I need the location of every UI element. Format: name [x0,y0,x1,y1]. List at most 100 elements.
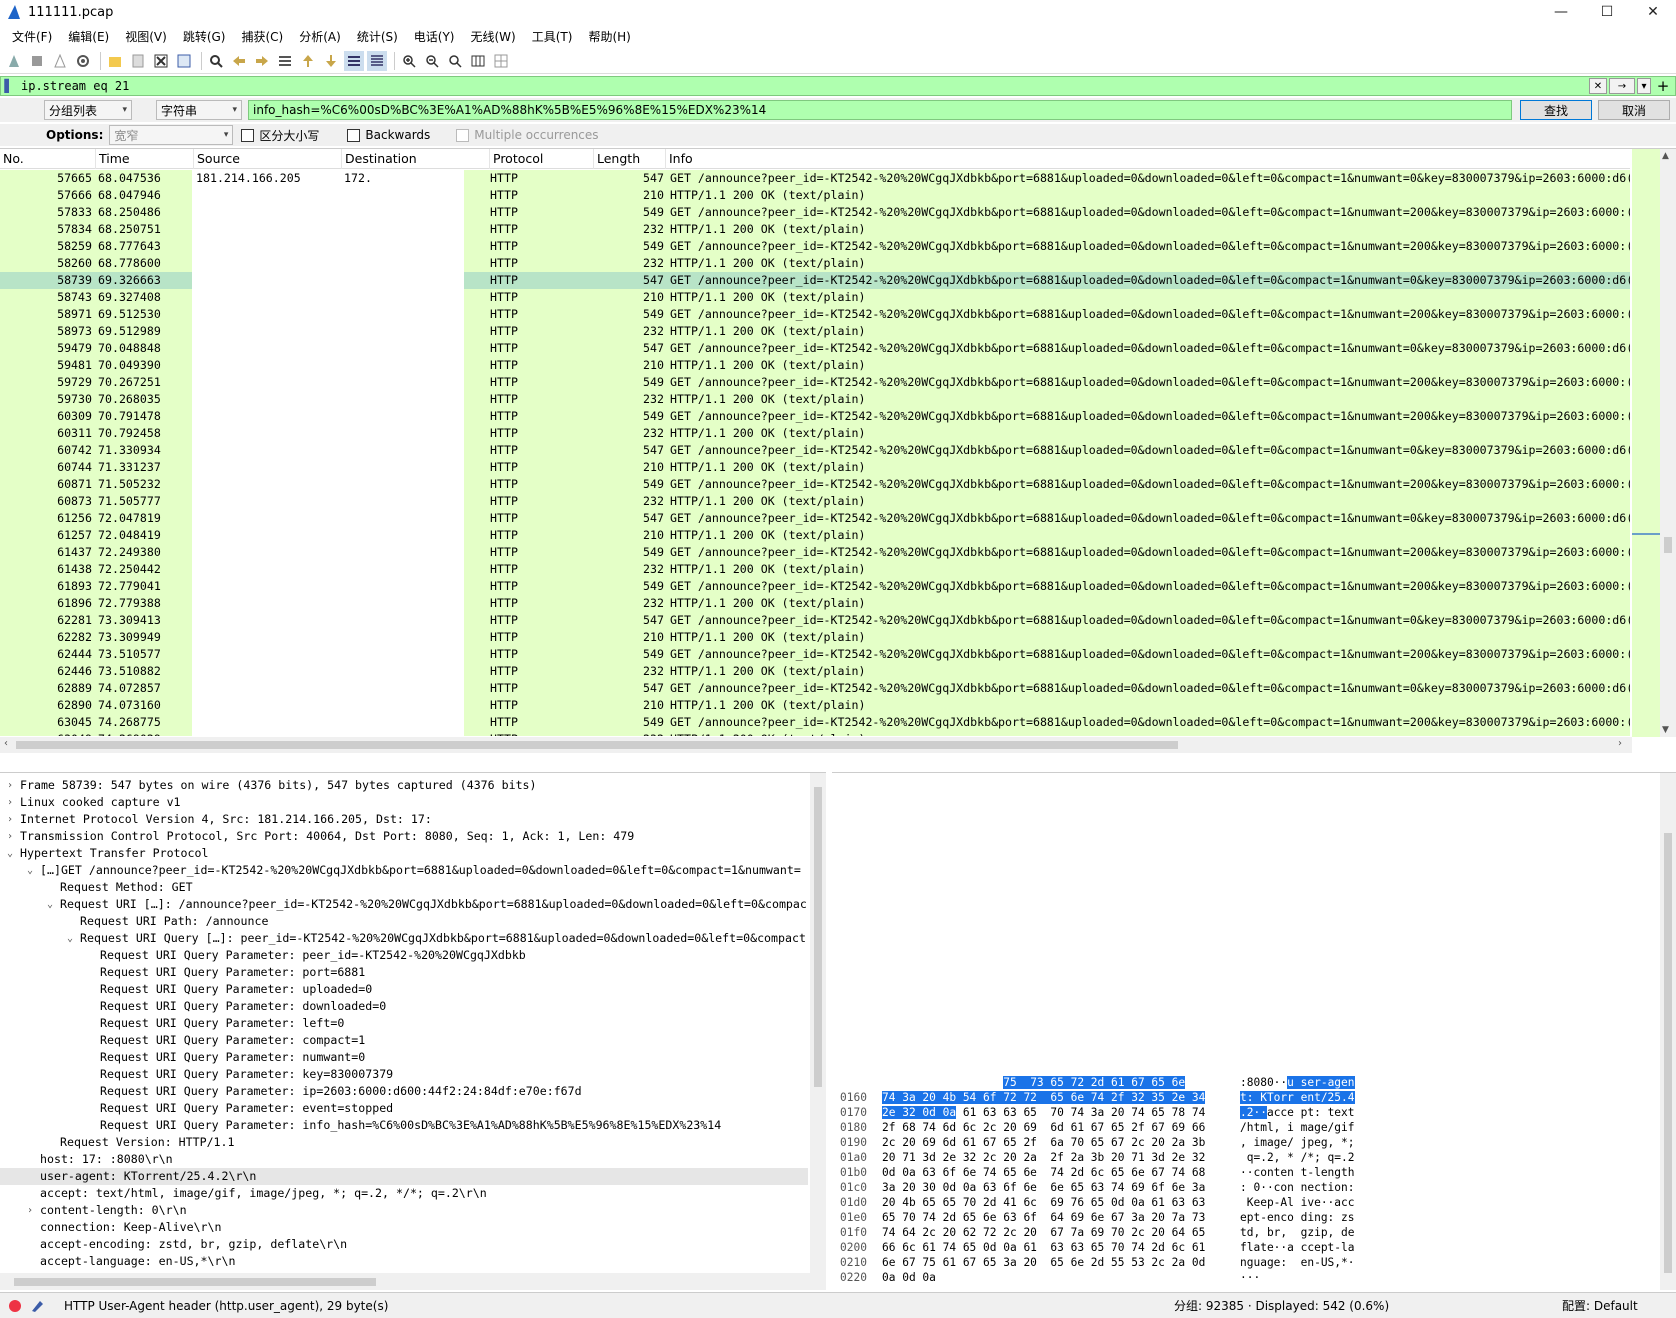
cancel-button[interactable]: 取消 [1598,100,1670,120]
collapse-arrow-icon[interactable]: ⌄ [24,862,36,879]
packet-row[interactable]: 60311 70.792458 HTTP 232 HTTP/1.1 200 OK (te… [0,425,1630,442]
packet-list-scroll-thumb[interactable] [1664,537,1672,553]
packet-row[interactable]: 61438 72.250442 HTTP 232 HTTP/1.1 200 OK (te… [0,561,1630,578]
zoom-out-icon[interactable] [422,51,442,71]
packet-row[interactable]: 60744 71.331237 HTTP 210 HTTP/1.1 200 OK (te… [0,459,1630,476]
profile-status[interactable]: 配置: Default [1562,1297,1638,1314]
column-time[interactable]: Time [96,149,194,169]
bytes-row[interactable]: 0200 66 6c 61 74 65 0d 0a 61 63 63 65 70 … [832,1240,1652,1255]
menu-tools[interactable]: 工具(T) [524,26,581,48]
packet-row[interactable]: 60309 70.791478 HTTP 549 GET /announce?peer_… [0,408,1630,425]
bytes-vscroll-thumb[interactable] [1664,833,1672,1273]
details-tree-item[interactable]: Request URI Query Parameter: downloaded=… [0,998,808,1015]
bytes-row[interactable]: 01e0 65 70 74 2d 65 6e 63 6f 64 69 6e 67 … [832,1210,1652,1225]
packet-row[interactable]: 63049 74.269029 HTTP232 HTTP/1.1 200 OK (te… [0,731,1630,736]
restart-capture-icon[interactable] [50,51,70,71]
packet-row[interactable]: 57666 68.047946 HTTP 210 HTTP/1.1 200 OK (te… [0,187,1630,204]
expand-arrow-icon[interactable]: › [4,828,16,845]
details-tree-item[interactable]: Request URI Query Parameter: compact=1 [0,1032,808,1049]
clear-filter-icon[interactable]: ✕ [1589,78,1607,94]
column-no[interactable]: No. [0,149,96,169]
details-tree-item[interactable]: ⌄ Request URI Query […]: peer_id=-KT2542-… [0,930,808,947]
packet-list-hscroll[interactable]: ‹ › [0,737,1632,753]
packet-row[interactable]: 58973 69.512989 HTTP 232 HTTP/1.1 200 OK (te… [0,323,1630,340]
packet-row[interactable]: 62890 74.073160 HTTP 210 HTTP/1.1 200 OK (te… [0,697,1630,714]
packet-row[interactable]: 61893 72.779041 HTTP 549 GET /announce?peer_… [0,578,1630,595]
go-forward-icon[interactable] [252,51,272,71]
filter-history-icon[interactable]: ▾ [1637,78,1651,94]
details-tree-item[interactable]: ⌄ Request URI […]: /announce?peer_id=-KT2… [0,896,808,913]
maximize-button[interactable]: ☐ [1584,0,1630,24]
bytes-row[interactable]: 01d0 20 4b 65 65 70 2d 41 6c 69 76 65 0d … [832,1195,1652,1210]
details-tree-item[interactable]: Request URI Query Parameter: uploaded=0 [0,981,808,998]
expert-info-icon[interactable] [8,1299,22,1313]
packet-row[interactable]: 59729 70.267251 HTTP 549 GET /announce?peer_… [0,374,1630,391]
menu-help[interactable]: 帮助(H) [580,26,638,48]
details-tree-item[interactable]: Request URI Query Parameter: key=8300073… [0,1066,808,1083]
scroll-right-icon[interactable]: › [1618,738,1622,749]
packet-row[interactable]: 60742 71.330934 HTTP 547 GET /announce?peer_… [0,442,1630,459]
details-tree-item[interactable]: ⌄ […]GET /announce?peer_id=-KT2542-%20%20… [0,862,808,879]
details-tree-item[interactable]: › Frame 58739: 547 bytes on wire (4376 bi… [0,777,808,794]
apply-filter-icon[interactable]: → [1609,78,1635,94]
expand-arrow-icon[interactable]: › [4,811,16,828]
collapse-arrow-icon[interactable]: ⌄ [64,930,76,947]
menu-wireless[interactable]: 无线(W) [463,26,524,48]
bytes-row[interactable]: 0190 2c 20 69 6d 61 67 65 2f 6a 70 65 67 … [832,1135,1652,1150]
search-string-input[interactable]: info_hash=%C6%00sD%BC%3E%A1%AD%88hK%5B%E… [248,100,1512,120]
menu-capture[interactable]: 捕获(C) [233,26,291,48]
menu-file[interactable]: 文件(F) [4,26,60,48]
details-tree-item[interactable]: connection: Keep-Alive\r\n [0,1219,808,1236]
packet-row[interactable]: 59479 70.048848 HTTP 547 GET /announce?peer_… [0,340,1630,357]
packet-row[interactable]: 62444 73.510577 HTTP 549 GET /announce?peer_… [0,646,1630,663]
multiple-occurrences-checkbox[interactable] [456,128,470,142]
bytes-row[interactable]: 0210 6e 67 75 61 67 65 3a 20 65 6e 2d 55 … [832,1255,1652,1270]
menu-analyze[interactable]: 分析(A) [291,26,349,48]
details-tree-item[interactable]: › Internet Protocol Version 4, Src: 181.2… [0,811,808,828]
bookmark-icon[interactable]: ▌ [1,77,17,95]
bytes-row[interactable]: 0180 2f 68 74 6d 6c 2c 20 69 6d 61 67 65 … [832,1120,1652,1135]
details-tree-item[interactable]: Request Version: HTTP/1.1 [0,1134,808,1151]
expand-arrow-icon[interactable]: › [24,1202,36,1219]
details-tree-item[interactable]: accept-encoding: zstd, br, gzip, deflate… [0,1236,808,1253]
search-scope-select[interactable]: 分组列表 ▾ [44,100,132,120]
bytes-row[interactable]: 0160 74 3a 20 4b 54 6f 72 72 65 6e 74 2f … [832,1090,1652,1105]
packet-row[interactable]: 57665 68.047536 HTTP 547 GET /announce?peer_… [0,170,1630,187]
details-tree-item[interactable]: Request URI Path: /announce [0,913,808,930]
details-tree-item[interactable]: › content-length: 0\r\n [0,1202,808,1219]
scroll-left-icon[interactable]: ‹ [4,738,8,749]
details-tree-item[interactable]: Request Method: GET [0,879,808,896]
details-vscroll-thumb[interactable] [814,787,822,1087]
packet-list-minimap[interactable]: ▲ ▼ [1632,149,1676,737]
bytes-row[interactable]: 01a0 20 71 3d 2e 32 2c 20 2a 2f 2a 3b 20 … [832,1150,1652,1165]
scroll-down-icon[interactable]: ▼ [1662,725,1669,735]
charset-select[interactable]: 宽窄 ▾ [109,125,234,145]
zoom-reset-icon[interactable] [445,51,465,71]
add-filter-button[interactable]: + [1651,77,1675,95]
details-tree-item[interactable]: user-agent: KTorrent/25.4.2\r\n [0,1168,808,1185]
menu-go[interactable]: 跳转(G) [175,26,234,48]
packet-row[interactable]: 63045 74.268775 HTTP 549 GET /announce?peer_… [0,714,1630,731]
scroll-up-icon[interactable]: ▲ [1662,151,1669,161]
details-tree-item[interactable]: › Transmission Control Protocol, Src Port… [0,828,808,845]
collapse-arrow-icon[interactable]: ⌄ [44,896,56,913]
packet-row[interactable]: 59730 70.268035 HTTP 232 HTTP/1.1 200 OK (te… [0,391,1630,408]
packet-row[interactable]: 58260 68.778600 HTTP 232 HTTP/1.1 200 OK (te… [0,255,1630,272]
save-file-icon[interactable] [128,51,148,71]
go-to-packet-icon[interactable] [275,51,295,71]
bytes-row[interactable]: 01c0 3a 20 30 0d 0a 63 6f 6e 6e 65 63 74 … [832,1180,1652,1195]
packet-row[interactable]: 62889 74.072857 HTTP 547 GET /announce?peer_… [0,680,1630,697]
details-tree-item[interactable]: accept-language: en-US,*\r\n [0,1253,808,1270]
packet-row[interactable]: 61257 72.048419 HTTP 210 HTTP/1.1 200 OK (te… [0,527,1630,544]
details-tree-item[interactable]: › Linux cooked capture v1 [0,794,808,811]
packet-row[interactable]: 58739 69.326663 HTTP 547 GET /announce?peer_… [0,272,1630,289]
details-tree-item[interactable]: Request URI Query Parameter: numwant=0 [0,1049,808,1066]
menu-view[interactable]: 视图(V) [117,26,175,48]
menu-telephony[interactable]: 电话(Y) [406,26,463,48]
start-capture-icon[interactable] [4,51,24,71]
packet-row[interactable]: 60871 71.505232 HTTP 549 GET /announce?peer_… [0,476,1630,493]
capture-comment-icon[interactable] [30,1299,44,1313]
column-length[interactable]: Length [594,149,666,169]
grid-icon[interactable] [491,51,511,71]
packet-row[interactable]: 61896 72.779388 HTTP 232 HTTP/1.1 200 OK (te… [0,595,1630,612]
